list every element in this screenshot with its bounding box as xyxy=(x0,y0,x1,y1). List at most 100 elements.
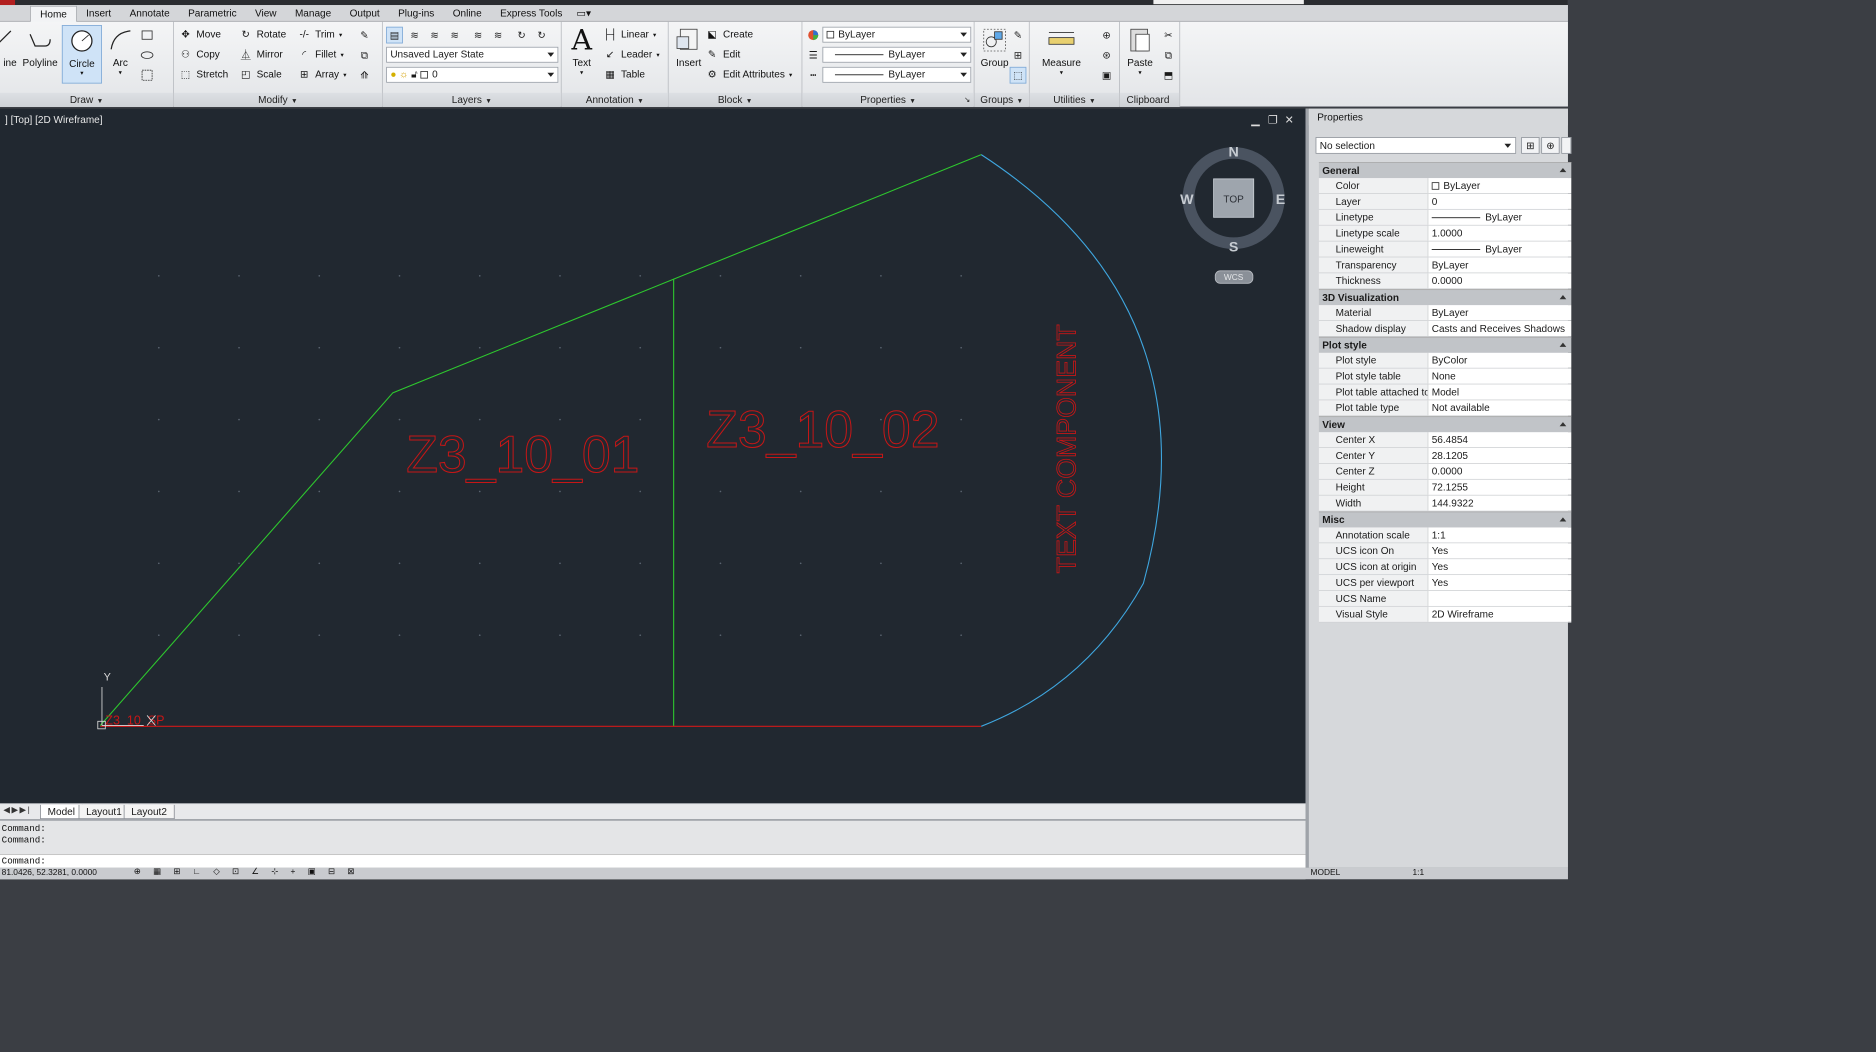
modify-panel-title[interactable]: Modify ▼ xyxy=(173,92,382,107)
group-button[interactable]: Group xyxy=(975,25,1015,69)
tab-parametric[interactable]: Parametric xyxy=(179,6,246,22)
circle-dropdown-icon[interactable]: ▾ xyxy=(63,69,101,77)
tab-home[interactable]: Home xyxy=(30,5,77,23)
properties-panel-title[interactable]: Properties ▼ ↘ xyxy=(802,92,974,107)
erase-icon[interactable]: ✎ xyxy=(356,27,373,44)
app-button[interactable] xyxy=(0,0,16,6)
collapse-icon[interactable] xyxy=(1559,295,1567,300)
stretch-button[interactable]: ⬚ Stretch xyxy=(179,67,228,82)
lineweight-icon[interactable]: ☰ xyxy=(805,47,822,64)
property-row[interactable]: Visual Style 2D Wireframe xyxy=(1318,606,1572,623)
section-header[interactable]: 3D Visualization xyxy=(1318,289,1572,306)
compass-w[interactable]: W xyxy=(1180,192,1194,208)
property-value[interactable]: 1.0000 xyxy=(1427,225,1572,241)
match-icon[interactable]: ⬒ xyxy=(1160,67,1177,84)
property-value[interactable]: Not available xyxy=(1427,400,1572,416)
copy-button[interactable]: ⚇ Copy xyxy=(179,47,220,62)
property-value[interactable]: 56.4854 xyxy=(1427,432,1572,448)
tab-express-tools[interactable]: Express Tools xyxy=(491,6,572,22)
fillet-button[interactable]: ◜ Fillet ▾ xyxy=(298,47,344,62)
layer-lock-icon[interactable]: ↻ xyxy=(533,27,550,44)
tab-output[interactable]: Output xyxy=(340,6,389,22)
tab-manage[interactable]: Manage xyxy=(286,6,341,22)
quick-select-palette-icon[interactable] xyxy=(1561,137,1572,154)
property-value[interactable]: Yes xyxy=(1427,543,1572,559)
utilities-panel-title[interactable]: Utilities ▼ xyxy=(1029,92,1120,107)
selection-dropdown[interactable]: No selection xyxy=(1315,137,1517,154)
ellipse-icon[interactable] xyxy=(139,47,156,64)
property-value[interactable]: 2D Wireframe xyxy=(1427,606,1572,622)
property-row[interactable]: Plot table attached to Model xyxy=(1318,384,1572,401)
trim-button[interactable]: -/- Trim ▾ xyxy=(298,27,342,42)
layer-properties-icon[interactable]: ▤ xyxy=(386,26,403,44)
measure-button[interactable]: Measure ▾ xyxy=(1036,25,1086,76)
viewcube[interactable]: TOP N S W E WCS xyxy=(1180,144,1285,284)
tab-layout1[interactable]: Layout1 xyxy=(78,804,130,820)
arc-dropdown-icon[interactable]: ▾ xyxy=(100,69,140,77)
insert-button[interactable]: Insert xyxy=(669,25,709,69)
property-row[interactable]: Thickness 0.0000 xyxy=(1318,273,1572,290)
block-panel-title[interactable]: Block ▼ xyxy=(668,92,802,107)
layer-isolate-icon[interactable]: ≋ xyxy=(426,27,443,44)
text-button[interactable]: A Text ▾ xyxy=(562,23,602,76)
section-header[interactable]: Misc xyxy=(1318,511,1572,528)
property-value[interactable]: Model xyxy=(1427,384,1572,400)
toggle-pickadd-icon[interactable]: ⊞ xyxy=(1521,137,1540,154)
arc-button[interactable]: Arc ▾ xyxy=(100,25,140,76)
property-value[interactable]: ByLayer xyxy=(1427,178,1572,194)
tab-layout2[interactable]: Layout2 xyxy=(123,804,175,820)
property-row[interactable]: Annotation scale 1:1 xyxy=(1318,527,1572,544)
layers-panel-title[interactable]: Layers ▼ xyxy=(382,92,561,107)
groups-panel-title[interactable]: Groups ▼ xyxy=(974,92,1029,107)
property-row[interactable]: Center Z 0.0000 xyxy=(1318,463,1572,480)
drawing-canvas[interactable]: Z3_10_01 Z3_10_02 TEXT COMPONENT Z3_10_S… xyxy=(0,109,1306,804)
drawing-viewport[interactable]: Z3_10_01 Z3_10_02 TEXT COMPONENT Z3_10_S… xyxy=(0,108,1306,804)
select-all-icon[interactable]: ⊛ xyxy=(1098,47,1115,64)
property-row[interactable]: Center Y 28.1205 xyxy=(1318,447,1572,464)
property-value[interactable]: 72.1255 xyxy=(1427,479,1572,495)
ungroup-icon[interactable]: ✎ xyxy=(1010,27,1027,44)
linear-button[interactable]: ├┤ Linear ▾ xyxy=(603,27,656,42)
collapse-icon[interactable] xyxy=(1559,167,1567,173)
minimize-icon[interactable]: ▁ xyxy=(1251,114,1259,127)
property-value[interactable]: 0.0000 xyxy=(1427,463,1572,479)
group-edit-icon[interactable]: ⊞ xyxy=(1010,47,1027,64)
panel-launcher-icon[interactable]: ↘ xyxy=(964,93,970,107)
property-value[interactable]: Yes xyxy=(1427,559,1572,575)
property-row[interactable]: Plot style ByColor xyxy=(1318,352,1572,369)
mirror-button[interactable]: ⏅ Mirror xyxy=(239,47,283,62)
rotate-button[interactable]: ↻ Rotate xyxy=(239,27,287,42)
drafting-toggles[interactable]: ⊕ ▦ ⊞ ∟ ◇ ⊡ ∠ ⊹ + ▣ ⊟ ⊠ xyxy=(134,868,360,877)
layer-freeze-icon[interactable]: ↻ xyxy=(513,27,530,44)
viewport-controls-label[interactable]: ] [Top] [2D Wireframe] xyxy=(5,114,103,126)
section-header[interactable]: View xyxy=(1318,416,1572,433)
room-label-1[interactable]: Z3_10_01 xyxy=(406,425,640,484)
compass-e[interactable]: E xyxy=(1276,192,1285,208)
property-value[interactable]: ByLayer xyxy=(1427,241,1572,257)
tab-model[interactable]: Model xyxy=(40,804,83,820)
paste-button[interactable]: Paste ▾ xyxy=(1120,25,1160,76)
search-box[interactable] xyxy=(1153,0,1304,5)
tab-insert[interactable]: Insert xyxy=(77,6,120,22)
scale-button[interactable]: ◰ Scale xyxy=(239,67,282,82)
tab-annotate[interactable]: Annotate xyxy=(120,6,179,22)
array-button[interactable]: ⊞ Array ▾ xyxy=(298,67,347,82)
section-header[interactable]: Plot style xyxy=(1318,336,1572,353)
property-row[interactable]: Material ByLayer xyxy=(1318,305,1572,321)
property-value[interactable]: ByColor xyxy=(1427,352,1572,368)
property-value[interactable]: ByLayer xyxy=(1427,209,1572,225)
collapse-icon[interactable] xyxy=(1559,517,1567,522)
property-row[interactable]: UCS icon at origin Yes xyxy=(1318,559,1572,576)
layer-unisolate-icon[interactable]: ≋ xyxy=(446,27,463,44)
current-layer-dropdown[interactable]: ● ☼ 🔓︎ 0 xyxy=(386,66,559,83)
property-value[interactable] xyxy=(1427,590,1572,606)
property-value[interactable]: 1:1 xyxy=(1427,527,1572,543)
copy-clip-icon[interactable]: ⧉ xyxy=(1160,47,1177,64)
edit-block-button[interactable]: ✎ Edit xyxy=(705,47,740,62)
tab-online[interactable]: Online xyxy=(444,6,491,22)
property-row[interactable]: UCS icon On Yes xyxy=(1318,543,1572,560)
table-button[interactable]: ▦ Table xyxy=(603,67,645,82)
create-block-button[interactable]: ⬕ Create xyxy=(705,27,753,42)
vertical-text-component[interactable]: TEXT COMPONENT xyxy=(1051,324,1082,574)
linetype-icon[interactable]: ┅ xyxy=(805,67,822,84)
